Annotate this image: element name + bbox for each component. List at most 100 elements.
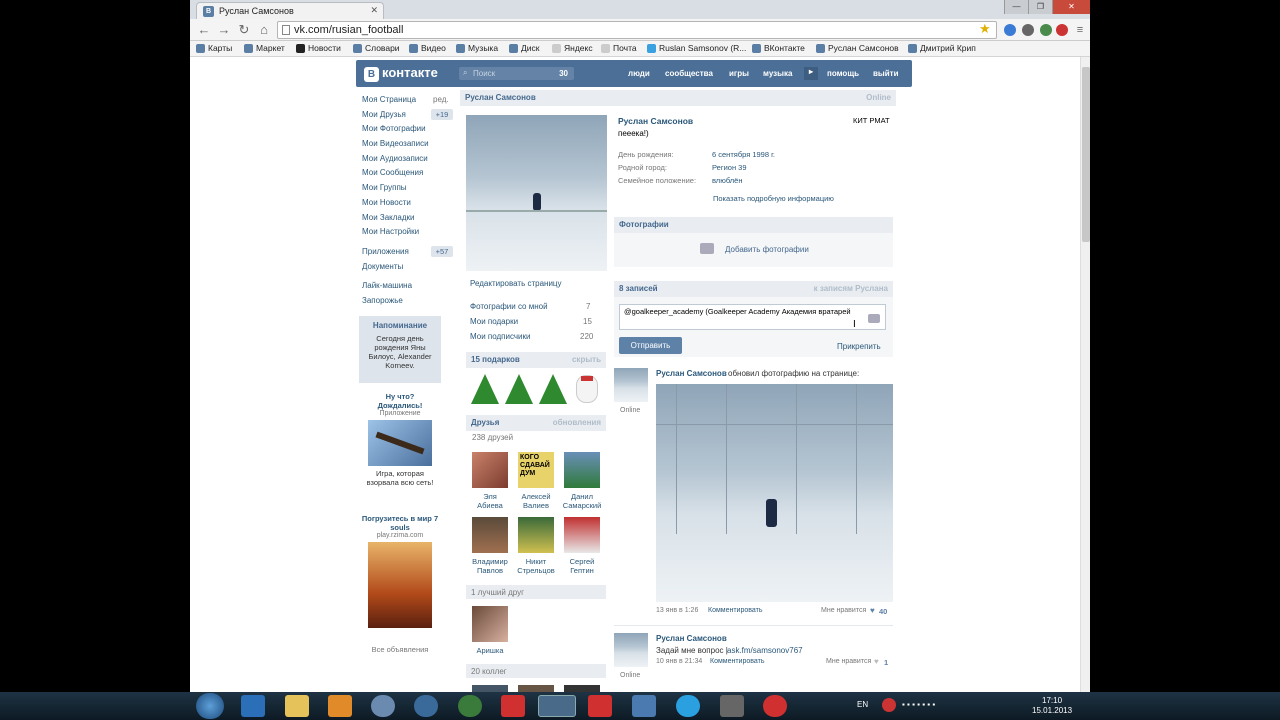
menu-my-page[interactable]: Моя Страница — [362, 95, 416, 104]
post-author[interactable]: Руслан Самсонов — [656, 634, 727, 643]
forward-icon[interactable]: → — [216, 22, 232, 38]
show-more-info-link[interactable]: Показать подробную информацию — [713, 194, 834, 203]
hide-gifts-link[interactable]: скрыть — [572, 355, 601, 364]
camera-icon[interactable] — [868, 314, 880, 323]
back-icon[interactable]: ← — [196, 22, 212, 38]
post-link[interactable]: ask.fm/samsonov767 — [727, 646, 803, 655]
friend-name[interactable]: Эля Абиева — [466, 492, 514, 510]
gift-tree-icon[interactable] — [539, 374, 567, 404]
like-button[interactable]: Мне нравится — [826, 658, 871, 665]
bookmark[interactable]: Ruslan Samsonov (R... — [647, 43, 746, 53]
bookmark[interactable]: Яндекс — [552, 43, 593, 53]
edit-link[interactable]: ред. — [433, 95, 449, 104]
apps-counter-badge[interactable]: +57 — [431, 246, 453, 257]
nav-communities[interactable]: сообщества — [665, 69, 713, 78]
skype-icon[interactable] — [676, 695, 700, 717]
colleague-avatar[interactable] — [472, 685, 508, 692]
minimize-button[interactable]: — — [1004, 0, 1028, 14]
camera-icon[interactable] — [700, 243, 714, 254]
bookmark[interactable]: Руслан Самсонов — [816, 43, 899, 53]
friend-avatar[interactable] — [518, 517, 554, 553]
vk-logo[interactable]: Вконтакте — [364, 65, 438, 82]
post-date[interactable]: 13 янв в 1:26 — [656, 607, 698, 614]
app-icon[interactable] — [720, 695, 744, 717]
info-value[interactable]: Регион 39 — [712, 163, 747, 172]
clock[interactable]: 17:10 15.01.2013 — [1032, 696, 1072, 716]
friend-name[interactable]: Владимир Павлов — [466, 557, 514, 575]
bookmark[interactable]: Почта — [601, 43, 637, 53]
friend-name[interactable]: Алексей Валиев — [512, 492, 560, 510]
ad-image[interactable] — [368, 542, 432, 628]
friends-header[interactable]: Друзья обновления — [466, 415, 606, 431]
friend-avatar[interactable] — [472, 452, 508, 488]
nav-music[interactable]: музыка — [763, 69, 792, 78]
post-author-avatar[interactable] — [614, 633, 648, 667]
menu-bookmarks[interactable]: Мои Закладки — [362, 213, 415, 222]
friends-counter-badge[interactable]: +19 — [431, 109, 453, 120]
maximize-button[interactable]: ❐ — [1028, 0, 1052, 14]
gift-tree-icon[interactable] — [471, 374, 499, 404]
ad-block[interactable]: Погрузитесь в мир 7 souls play.rzima.com — [359, 514, 441, 631]
bookmark[interactable]: Музыка — [456, 43, 498, 53]
chrome-icon[interactable] — [538, 695, 576, 717]
info-value[interactable]: влюблён — [712, 176, 742, 185]
heart-icon[interactable]: ♥ — [870, 606, 875, 615]
scrollbar-thumb[interactable] — [1082, 67, 1090, 242]
comment-link[interactable]: Комментировать — [710, 658, 765, 665]
friend-avatar[interactable]: КОГО СДАВАЙ ДУМ — [518, 452, 554, 488]
nav-logout[interactable]: выйти — [873, 69, 899, 78]
followers-link[interactable]: Мои подписчики — [470, 332, 530, 341]
post-date[interactable]: 10 янв в 21:34 — [656, 658, 702, 665]
ad-block[interactable]: Ну что? Дождались! Приложение Игра, кото… — [359, 392, 441, 487]
friend-name[interactable]: Данил Самарский — [558, 492, 606, 510]
reload-icon[interactable]: ↻ — [236, 22, 252, 38]
menu-documents[interactable]: Документы — [362, 262, 403, 271]
friend-avatar[interactable] — [564, 452, 600, 488]
record-tray-icon[interactable] — [882, 698, 896, 712]
nav-people[interactable]: люди — [628, 69, 650, 78]
friend-avatar[interactable] — [472, 517, 508, 553]
nav-help[interactable]: помощь — [827, 69, 859, 78]
friend-name[interactable]: Никит Стрельцов — [512, 557, 560, 575]
colleague-avatar[interactable] — [518, 685, 554, 692]
language-indicator[interactable]: EN — [857, 700, 868, 709]
extension-icon[interactable] — [1040, 24, 1052, 36]
extension-icon[interactable] — [1004, 24, 1016, 36]
bookmark[interactable]: Дмитрий Крип — [908, 43, 976, 53]
app-icon[interactable] — [371, 695, 395, 717]
bookmark[interactable]: Словари — [353, 43, 400, 53]
address-bar[interactable]: vk.com/rusian_football — [277, 21, 997, 39]
tray-icons[interactable]: ▪ ▪ ▪ ▪ ▪ ▪ ▪ — [902, 700, 935, 709]
start-button[interactable] — [196, 693, 224, 719]
page-scrollbar[interactable] — [1080, 57, 1090, 692]
profile-school[interactable]: КИТ РМАТ — [853, 116, 890, 125]
bookmark[interactable]: ВКонтакте — [752, 43, 805, 53]
gift-puppy-icon[interactable] — [576, 375, 598, 403]
friend-avatar[interactable] — [564, 517, 600, 553]
menu-friends[interactable]: Мои Друзья — [362, 110, 406, 119]
menu-news[interactable]: Мои Новости — [362, 198, 411, 207]
attach-link[interactable]: Прикрепить — [837, 342, 881, 351]
menu-apps[interactable]: Приложения — [362, 247, 409, 256]
extension-icon[interactable] — [1056, 24, 1068, 36]
ad-image[interactable] — [368, 420, 432, 466]
post-input[interactable]: @goalkeeper_academy (Goalkeeper Academy … — [619, 304, 886, 330]
post-photo[interactable] — [656, 384, 893, 602]
record-icon[interactable] — [763, 695, 787, 717]
profile-photo[interactable] — [466, 115, 607, 271]
friends-updates-link[interactable]: обновления — [553, 418, 601, 427]
send-button[interactable]: Отправить — [619, 337, 682, 354]
bookmark[interactable]: Новости — [296, 43, 341, 53]
best-friend-name[interactable]: Аришка — [466, 646, 514, 655]
extension-icon[interactable] — [1022, 24, 1034, 36]
post-author-avatar[interactable] — [614, 368, 648, 402]
comment-link[interactable]: Комментировать — [708, 607, 763, 614]
add-photos-link[interactable]: Добавить фотографии — [725, 245, 809, 254]
bookmark-star-icon[interactable]: ★ — [979, 21, 991, 37]
colleague-avatar[interactable] — [564, 685, 600, 692]
gifts-header[interactable]: 15 подарков скрыть — [466, 352, 606, 368]
browser-tab[interactable]: В Руслан Самсонов ✕ — [196, 2, 384, 19]
menu-zaporozhye[interactable]: Запорожье — [362, 296, 403, 305]
to-posts-link[interactable]: к записям Руслана — [814, 284, 888, 293]
menu-photos[interactable]: Мои Фотографии — [362, 124, 426, 133]
